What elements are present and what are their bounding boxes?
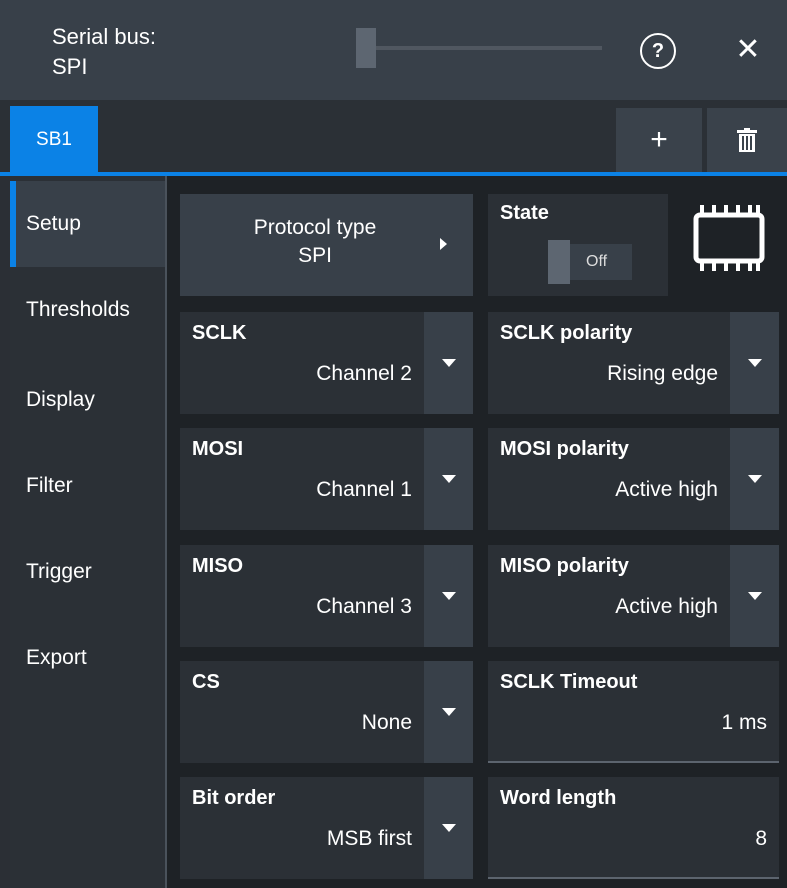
title-line-1: Serial bus:: [52, 24, 156, 49]
miso-value: Channel 3: [316, 595, 412, 618]
chevron-down-icon: [441, 824, 456, 832]
mosi-label: MOSI: [192, 438, 244, 460]
mosi-polarity-field[interactable]: MOSI polarity Active high: [488, 428, 730, 530]
title-line-2: SPI: [52, 54, 88, 79]
sclk-dropdown-button[interactable]: [424, 312, 473, 414]
mosi-value: Channel 1: [316, 478, 412, 501]
sclk-polarity-value: Rising edge: [607, 362, 718, 385]
input-underline: [488, 761, 779, 763]
sclk-polarity-dropdown-button[interactable]: [730, 312, 779, 414]
chevron-right-icon: [440, 238, 447, 250]
chevron-down-icon: [441, 359, 456, 367]
close-icon: ✕: [735, 33, 761, 66]
tab-sb1[interactable]: SB1: [10, 106, 98, 173]
cs-field[interactable]: CS None: [180, 661, 424, 763]
nav-item-trigger[interactable]: Trigger: [10, 529, 165, 615]
delete-bus-button[interactable]: [707, 108, 787, 172]
nav-item-label: Thresholds: [26, 298, 130, 321]
close-button[interactable]: ✕: [728, 30, 768, 70]
mosi-polarity-label: MOSI polarity: [500, 438, 629, 460]
protocol-type-value: SPI: [298, 244, 332, 267]
state-panel: State Off: [488, 194, 668, 296]
sclk-polarity-label: SCLK polarity: [500, 322, 633, 344]
word-length-value: 8: [755, 827, 767, 850]
cs-value: None: [361, 711, 412, 734]
toggle-state-text: Off: [586, 253, 608, 270]
miso-field[interactable]: MISO Channel 3: [180, 545, 424, 647]
chevron-down-icon: [441, 708, 456, 716]
bit-order-label: Bit order: [192, 787, 276, 809]
miso-polarity-value: Active high: [615, 595, 718, 618]
protocol-type-label: Protocol type: [253, 216, 377, 239]
cs-dropdown-button[interactable]: [424, 661, 473, 763]
add-bus-button[interactable]: +: [616, 108, 702, 172]
word-length-input[interactable]: Word length 8: [488, 777, 779, 879]
protocol-type-button[interactable]: Protocol type SPI: [180, 194, 473, 296]
help-button[interactable]: ?: [640, 33, 676, 69]
miso-label: MISO: [192, 555, 244, 577]
mosi-dropdown-button[interactable]: [424, 428, 473, 530]
miso-polarity-label: MISO polarity: [500, 555, 629, 577]
mosi-field[interactable]: MOSI Channel 1: [180, 428, 424, 530]
nav-item-label: Export: [26, 646, 87, 669]
nav-item-display[interactable]: Display: [10, 357, 165, 443]
input-underline: [488, 877, 779, 879]
bit-order-field[interactable]: Bit order MSB first: [180, 777, 424, 879]
nav-item-setup[interactable]: Setup: [10, 181, 165, 267]
chevron-down-icon: [747, 475, 762, 483]
mosi-polarity-value: Active high: [615, 478, 718, 501]
trash-icon: [737, 128, 757, 152]
chevron-down-icon: [747, 359, 762, 367]
dialog-header: Serial bus: SPI ? ✕: [0, 0, 787, 100]
transparency-slider-track[interactable]: [356, 46, 602, 50]
sclk-value: Channel 2: [316, 362, 412, 385]
state-toggle[interactable]: Off: [548, 240, 632, 284]
chip-icon: [693, 205, 765, 271]
nav-item-label: Filter: [26, 474, 73, 497]
serial-bus-dialog: Serial bus: SPI ? ✕ SB1 + Setup Threshol: [0, 0, 787, 888]
nav-item-label: Setup: [26, 212, 81, 235]
chevron-down-icon: [747, 592, 762, 600]
mosi-polarity-dropdown-button[interactable]: [730, 428, 779, 530]
cs-label: CS: [192, 671, 220, 693]
state-label: State: [500, 202, 549, 224]
bit-order-dropdown-button[interactable]: [424, 777, 473, 879]
transparency-slider-thumb[interactable]: [356, 28, 376, 68]
miso-polarity-dropdown-button[interactable]: [730, 545, 779, 647]
sclk-timeout-label: SCLK Timeout: [500, 671, 638, 693]
nav-item-export[interactable]: Export: [10, 615, 165, 701]
word-length-label: Word length: [500, 787, 617, 809]
sclk-polarity-field[interactable]: SCLK polarity Rising edge: [488, 312, 730, 414]
bit-order-value: MSB first: [326, 827, 412, 850]
help-icon: ?: [651, 40, 665, 62]
nav-item-thresholds[interactable]: Thresholds: [10, 267, 165, 353]
sclk-label: SCLK: [192, 322, 247, 344]
nav-item-filter[interactable]: Filter: [10, 443, 165, 529]
nav-item-label: Display: [26, 388, 95, 411]
miso-dropdown-button[interactable]: [424, 545, 473, 647]
nav-item-label: Trigger: [26, 560, 92, 583]
chevron-down-icon: [441, 592, 456, 600]
miso-polarity-field[interactable]: MISO polarity Active high: [488, 545, 730, 647]
sclk-timeout-value: 1 ms: [721, 711, 767, 734]
sclk-field[interactable]: SCLK Channel 2: [180, 312, 424, 414]
dialog-title: Serial bus: SPI: [52, 22, 156, 82]
sclk-timeout-input[interactable]: SCLK Timeout 1 ms: [488, 661, 779, 763]
plus-icon: +: [650, 123, 668, 156]
chevron-down-icon: [441, 475, 456, 483]
toggle-knob: [548, 240, 570, 284]
